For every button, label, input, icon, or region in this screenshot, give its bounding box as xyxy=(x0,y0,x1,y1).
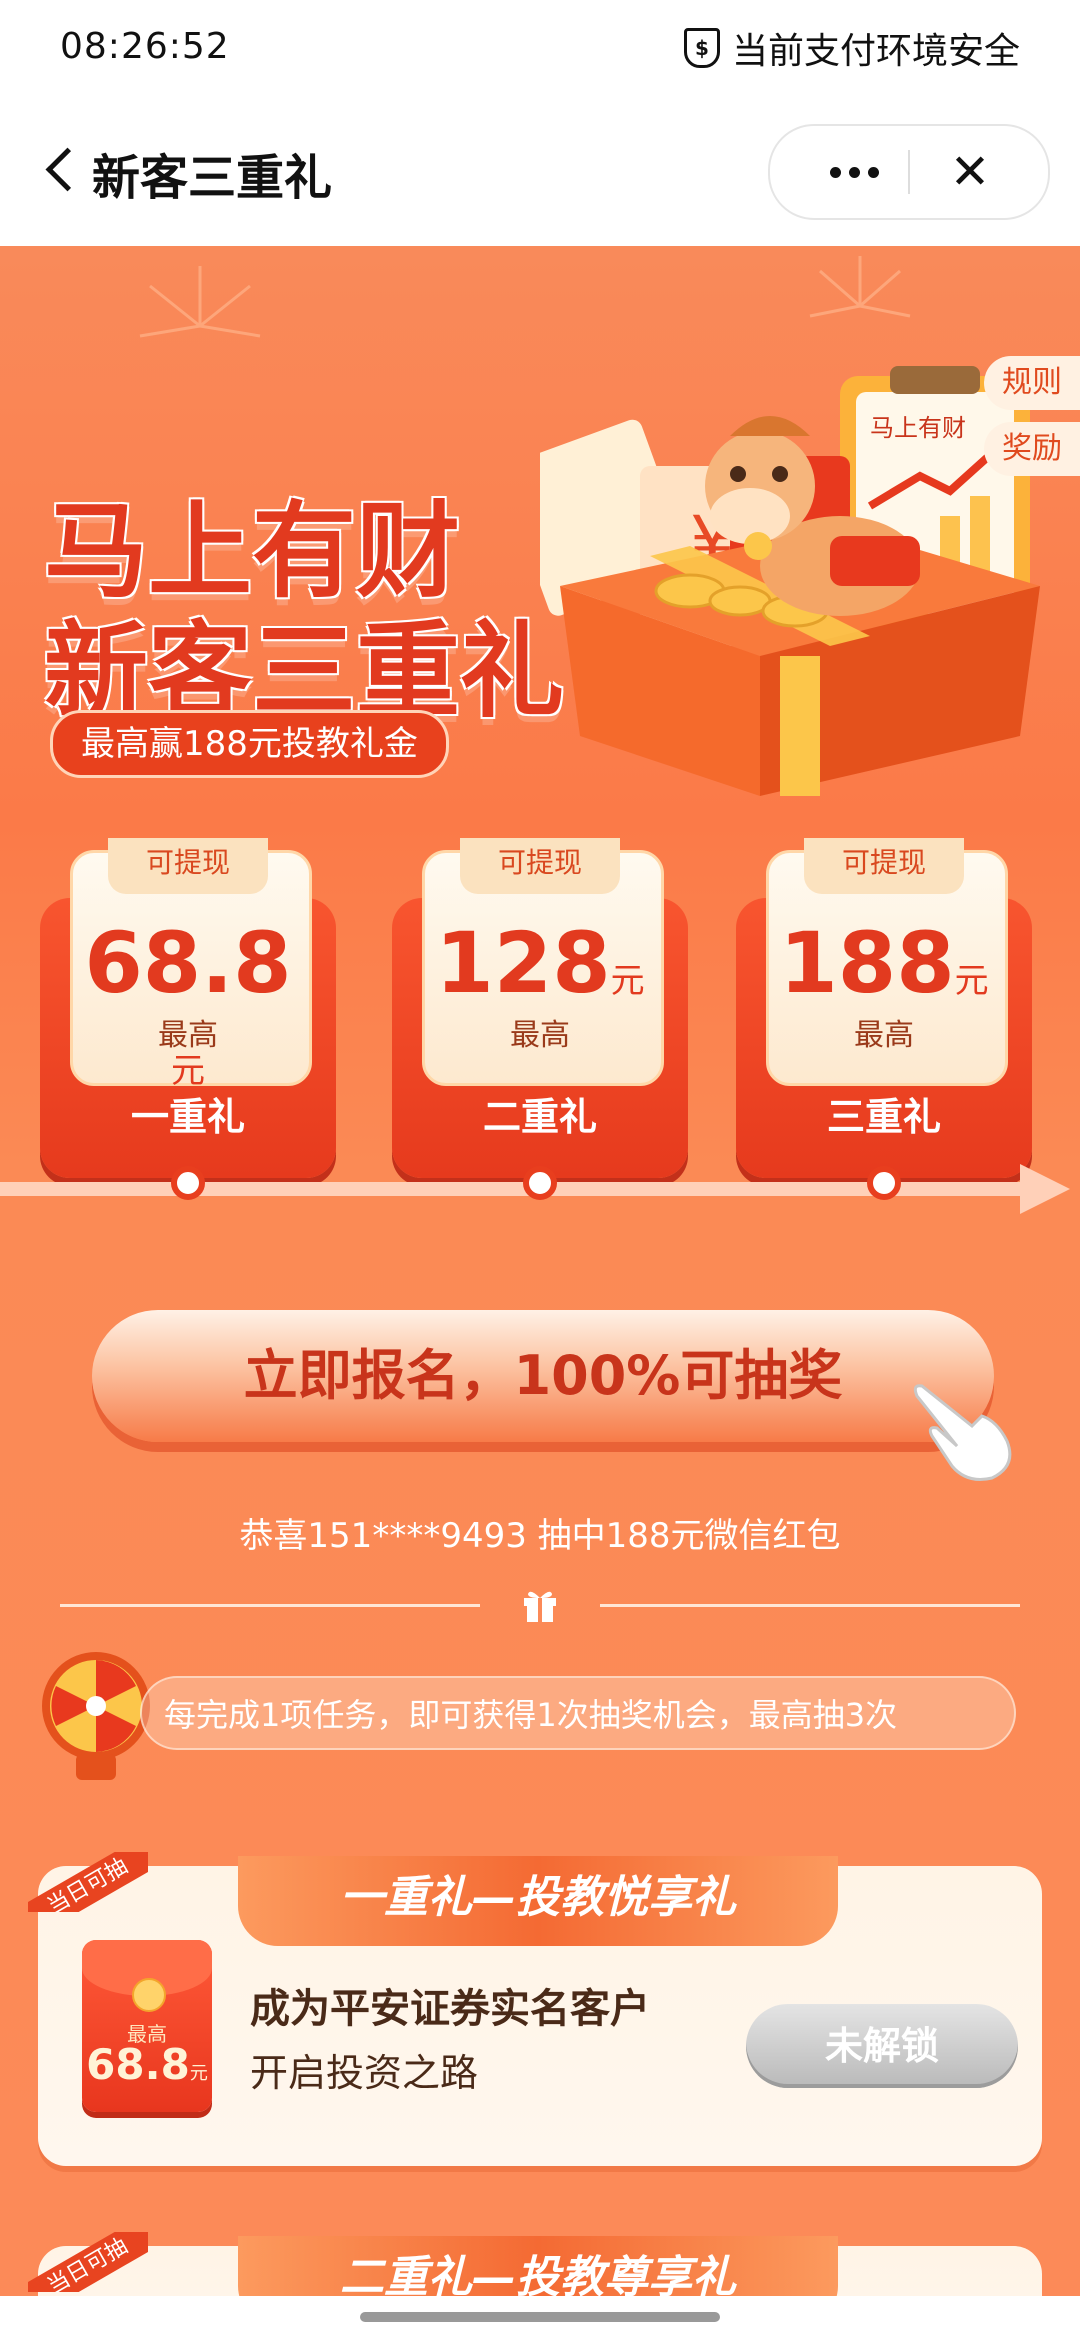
progress-arrow-icon xyxy=(1020,1164,1070,1214)
page-title: 新客三重礼 xyxy=(92,150,333,206)
hero-subtitle: 最高赢188元投教礼金 xyxy=(50,710,449,778)
task-subtitle: 开启投资之路 xyxy=(250,2051,479,2095)
progress-dot-3 xyxy=(867,1166,901,1200)
signup-button[interactable]: 立即报名，100%可抽奖 xyxy=(92,1310,994,1442)
progress-dot-2 xyxy=(523,1166,557,1200)
card-max-label: 最高 xyxy=(854,1018,914,1053)
back-icon[interactable] xyxy=(40,144,84,200)
nav-bar: 新客三重礼 ✕ xyxy=(0,100,1080,247)
reward-card-3: 可提现 188元 最高 三重礼 xyxy=(736,838,1032,1178)
ribbon-badge: 当日可抽 xyxy=(28,1852,148,1912)
card-max-label: 最高 xyxy=(510,1018,570,1053)
card-tag: 可提现 xyxy=(804,838,964,894)
home-indicator xyxy=(0,2296,1080,2340)
rewards-tab[interactable]: 奖励 xyxy=(984,422,1080,476)
winner-ticker: 恭喜151****9493 抽中188元微信红包 xyxy=(239,1516,841,1556)
security-text: 当前支付环境安全 xyxy=(731,31,1020,72)
pointing-hand-icon xyxy=(913,1384,1012,1481)
card-name: 三重礼 xyxy=(826,1095,941,1139)
status-bar: 08:26:52 $ 当前支付环境安全 xyxy=(0,0,1080,100)
section-divider xyxy=(60,1586,1020,1626)
more-icon[interactable] xyxy=(804,126,904,218)
task-card-header: 一重礼—投教悦享礼 xyxy=(238,1856,838,1946)
task-card-1: 当日可抽 一重礼—投教悦享礼 最高 68.8元 成为平安证券实名客户 开启投资之… xyxy=(28,1852,1042,2166)
red-envelope-icon: 最高 68.8元 xyxy=(82,1940,212,2112)
reward-card-2: 可提现 128元 最高 二重礼 xyxy=(392,838,688,1178)
security-indicator: $ 当前支付环境安全 xyxy=(683,22,1020,74)
ribbon-badge: 当日可抽 xyxy=(28,2232,148,2292)
card-tag: 可提现 xyxy=(460,838,620,894)
locked-button[interactable]: 未解锁 xyxy=(746,2004,1018,2088)
status-time: 08:26:52 xyxy=(60,26,230,67)
card-max-label: 最高 xyxy=(158,1018,218,1053)
card-name: 一重礼 xyxy=(130,1095,245,1139)
shield-icon: $ xyxy=(683,28,720,68)
reward-card-1: 可提现 68.8元 最高 一重礼 xyxy=(40,838,336,1178)
close-icon[interactable]: ✕ xyxy=(920,126,1020,218)
gift-box-horse-illustration: 马上有财 ¥ xyxy=(540,366,1040,796)
card-tag: 可提现 xyxy=(108,838,268,894)
capsule-divider xyxy=(908,150,910,194)
task-card-header: 二重礼—投教尊享礼 xyxy=(238,2236,838,2296)
task-info-bar: 每完成1项任务，即可获得1次抽奖机会，最高抽3次 xyxy=(140,1676,1016,1750)
main-content: 马上有财 新客三重礼 最高赢188元投教礼金 马上有财 ¥ 规则 奖励 可提现 … xyxy=(0,246,1080,2296)
card-name: 二重礼 xyxy=(482,1095,597,1139)
prize-wheel-icon xyxy=(42,1652,150,1780)
rules-tab[interactable]: 规则 xyxy=(984,356,1080,410)
board-text: 马上有财 xyxy=(870,414,966,442)
mini-program-capsule: ✕ xyxy=(768,124,1050,220)
task-card-2: 当日可抽 二重礼—投教尊享礼 xyxy=(28,2232,1042,2296)
gift-icon xyxy=(524,1591,556,1622)
task-title: 成为平安证券实名客户 xyxy=(250,1986,650,2032)
progress-dot-1 xyxy=(171,1166,205,1200)
